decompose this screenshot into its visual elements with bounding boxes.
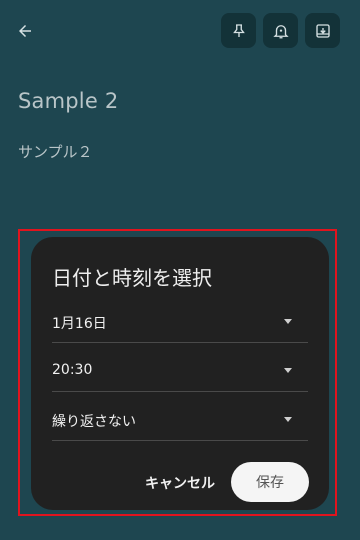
repeat-value: 繰り返さない bbox=[52, 414, 136, 430]
dropdown-arrow-icon bbox=[284, 319, 292, 324]
dialog-title: 日付と時刻を選択 bbox=[52, 266, 212, 290]
note-title[interactable]: Sample 2 bbox=[18, 89, 118, 113]
time-dropdown[interactable]: 20:30 bbox=[52, 352, 308, 392]
date-value: 1月16日 bbox=[52, 316, 107, 332]
arrow-back-icon bbox=[19, 25, 31, 37]
date-time-dialog: 日付と時刻を選択 1月16日 20:30 繰り返さない キャンセル 保存 bbox=[31, 237, 329, 510]
note-body[interactable]: サンプル２ bbox=[18, 141, 93, 162]
reminder-button[interactable] bbox=[263, 13, 298, 48]
pin-icon bbox=[232, 23, 245, 37]
cancel-button[interactable]: キャンセル bbox=[139, 463, 221, 503]
repeat-dropdown[interactable]: 繰り返さない bbox=[52, 401, 308, 441]
archive-icon bbox=[315, 23, 330, 38]
note-actions bbox=[221, 13, 340, 48]
time-value: 20:30 bbox=[52, 362, 93, 378]
dropdown-arrow-icon bbox=[284, 417, 292, 422]
archive-button[interactable] bbox=[305, 13, 340, 48]
back-button[interactable] bbox=[12, 18, 38, 44]
date-dropdown[interactable]: 1月16日 bbox=[52, 303, 308, 343]
pin-button[interactable] bbox=[221, 13, 256, 48]
reminder-icon bbox=[272, 24, 289, 38]
save-button[interactable]: 保存 bbox=[231, 462, 309, 502]
dropdown-arrow-icon bbox=[284, 368, 292, 373]
